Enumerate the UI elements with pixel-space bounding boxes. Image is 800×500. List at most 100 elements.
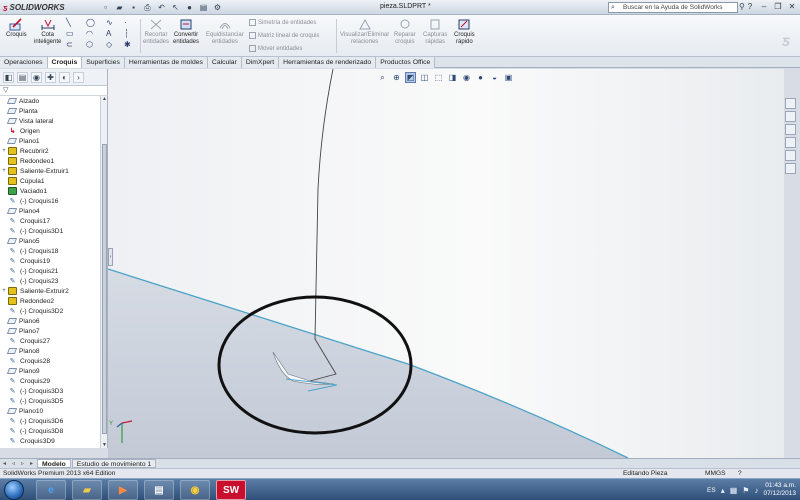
tree-item[interactable]: ✎ (-) Croquis3D6	[0, 416, 100, 426]
trim-entities-button[interactable]: Recortar entidades	[143, 18, 169, 46]
circle-icon[interactable]: ◯	[86, 18, 95, 27]
internet-explorer-icon[interactable]: e	[36, 480, 66, 500]
scroll-down-icon[interactable]: ▼	[101, 442, 108, 448]
tree-item[interactable]: Plano6	[0, 316, 100, 326]
panel-collapse-handle[interactable]: ›	[108, 248, 113, 266]
tree-item[interactable]: Plano5	[0, 236, 100, 246]
rebuild-icon[interactable]: ●	[184, 2, 195, 13]
close-icon[interactable]: ✕	[786, 1, 798, 12]
tree-item[interactable]: ↳ Origen	[0, 126, 100, 136]
last-tab-icon[interactable]: ▸	[27, 460, 36, 467]
open-folder-icon[interactable]: ▰	[114, 2, 125, 13]
tree-item[interactable]: Plano4	[0, 206, 100, 216]
expand-toggle-icon[interactable]: +	[0, 168, 8, 174]
feature-tree-filter[interactable]: ▽	[0, 86, 108, 96]
tree-item[interactable]: Plano10	[0, 406, 100, 416]
tree-item[interactable]: + Recubrir2	[0, 146, 100, 156]
tree-item[interactable]: Planta	[0, 106, 100, 116]
custom-properties-icon[interactable]	[785, 163, 796, 174]
model-view[interactable]: Y	[108, 69, 784, 458]
zoom-to-fit-icon[interactable]: ⌕	[377, 72, 388, 83]
section-view-icon[interactable]: ◫	[419, 72, 430, 83]
zoom-area-icon[interactable]: ⊕	[391, 72, 402, 83]
tree-item[interactable]: Plano1	[0, 136, 100, 146]
rapid-sketch-button[interactable]: Croquis rápido	[454, 18, 475, 46]
save-icon[interactable]: ▪	[128, 2, 139, 13]
media-player-icon[interactable]: ▶	[108, 480, 138, 500]
status-units[interactable]: MMGS	[705, 469, 726, 478]
tree-item[interactable]: ✎ Croquis27	[0, 336, 100, 346]
repair-sketch-button[interactable]: Reparar croquis	[394, 18, 416, 46]
point-icon[interactable]: ·	[124, 18, 127, 27]
expand-toggle-icon[interactable]: +	[0, 148, 8, 154]
display-manager-icon[interactable]: ◐	[59, 71, 70, 83]
tab-operaciones[interactable]: Operaciones	[0, 57, 48, 68]
tree-item[interactable]: ✎ (-) Croquis3D5	[0, 396, 100, 406]
clock[interactable]: 01:43 a.m. 07/12/2013	[763, 482, 796, 498]
help-search-input[interactable]: ⌕ Buscar en la Ayuda de SolidWorks	[608, 2, 738, 13]
tab-herramientas-renderizado[interactable]: Herramientas de renderizado	[279, 57, 377, 68]
tree-item[interactable]: + Saliente-Extruir1	[0, 166, 100, 176]
polygon-icon[interactable]: ⬡	[86, 40, 93, 49]
tree-item[interactable]: Plano9	[0, 366, 100, 376]
chrome-icon[interactable]: ◉	[180, 480, 210, 500]
slot-icon[interactable]: ⊂	[66, 40, 73, 49]
hide-show-items-icon[interactable]: ◉	[461, 72, 472, 83]
next-tab-icon[interactable]: ▹	[18, 460, 27, 467]
tree-item[interactable]: ✎ (-) Croquis16	[0, 196, 100, 206]
scroll-up-icon[interactable]: ▲	[101, 96, 108, 102]
move-entities-button[interactable]: Mover entidades	[249, 45, 302, 52]
croquis-button[interactable]: Croquis	[6, 18, 27, 39]
centerline-icon[interactable]: ┆	[124, 29, 129, 38]
tab-herramientas-moldes[interactable]: Herramientas de moldes	[124, 57, 208, 68]
display-style-icon[interactable]: ◨	[447, 72, 458, 83]
tree-item[interactable]: ✎ (-) Croquis23	[0, 276, 100, 286]
feature-tree-scrollbar[interactable]: ▲ ▼	[100, 96, 108, 448]
quick-snaps-button[interactable]: Capturas rápidas	[423, 18, 447, 46]
smart-dimension-button[interactable]: Cota inteligente	[34, 18, 61, 46]
tab-productos-office[interactable]: Productos Office	[376, 57, 436, 68]
view-palette-icon[interactable]	[785, 137, 796, 148]
file-explorer-taskbar-icon[interactable]: ▰	[72, 480, 102, 500]
tab-croquis[interactable]: Croquis	[47, 57, 83, 68]
view-orientation-icon[interactable]: ⬚	[433, 72, 444, 83]
fillet-sketch-icon[interactable]: ✱	[124, 40, 131, 49]
status-help[interactable]: ?	[738, 469, 742, 478]
solidworks-taskbar-button[interactable]: SW	[216, 480, 246, 500]
linear-pattern-button[interactable]: Matriz lineal de croquis	[249, 32, 319, 39]
tab-superficies[interactable]: Superficies	[82, 57, 125, 68]
new-document-icon[interactable]: ▫	[100, 2, 111, 13]
feature-manager-tree-icon[interactable]: ◧	[3, 71, 14, 83]
tab-calcular[interactable]: Calcular	[207, 57, 242, 68]
notes-app-icon[interactable]: ▤	[144, 480, 174, 500]
tree-item[interactable]: Redondeo1	[0, 156, 100, 166]
tree-item[interactable]: + Saliente-Extruir2	[0, 286, 100, 296]
tree-item[interactable]: Vista lateral	[0, 116, 100, 126]
minimize-icon[interactable]: –	[758, 1, 770, 12]
language-indicator[interactable]: ES	[707, 487, 716, 494]
configuration-manager-icon[interactable]: ◉	[31, 71, 42, 83]
tree-item[interactable]: ✎ (-) Croquis21	[0, 266, 100, 276]
tree-item[interactable]: ✎ Croquis19	[0, 256, 100, 266]
plane-sketch-icon[interactable]: ◇	[106, 40, 112, 49]
tree-item[interactable]: ✎ Croquis3D9	[0, 436, 100, 446]
design-library-icon[interactable]	[785, 111, 796, 122]
tree-item[interactable]: ✎ (-) Croquis3D3	[0, 386, 100, 396]
convert-entities-button[interactable]: Convertir entidades	[173, 18, 199, 46]
tab-modelo[interactable]: Modelo	[37, 459, 71, 468]
text-icon[interactable]: A	[106, 29, 111, 38]
tree-item[interactable]: ✎ (-) Croquis3D2	[0, 306, 100, 316]
tree-item[interactable]: Plano8	[0, 346, 100, 356]
tree-item[interactable]: ✎ (-) Croquis3D1	[0, 226, 100, 236]
appearances-scenes-icon[interactable]	[785, 150, 796, 161]
file-properties-icon[interactable]: ▤	[198, 2, 209, 13]
arc-icon[interactable]: ◠	[86, 29, 93, 38]
solidworks-resources-icon[interactable]	[785, 98, 796, 109]
print-icon[interactable]: ⎙	[142, 2, 153, 13]
restore-icon[interactable]: ❐	[772, 1, 784, 12]
prev-tab-icon[interactable]: ◃	[9, 460, 18, 467]
scrollbar-thumb[interactable]	[102, 144, 107, 434]
tray-arrow-icon[interactable]: ▴	[721, 486, 725, 495]
offset-entities-button[interactable]: Equidistanciar entidades	[206, 18, 244, 46]
tree-item[interactable]: ✎ Croquis17	[0, 216, 100, 226]
